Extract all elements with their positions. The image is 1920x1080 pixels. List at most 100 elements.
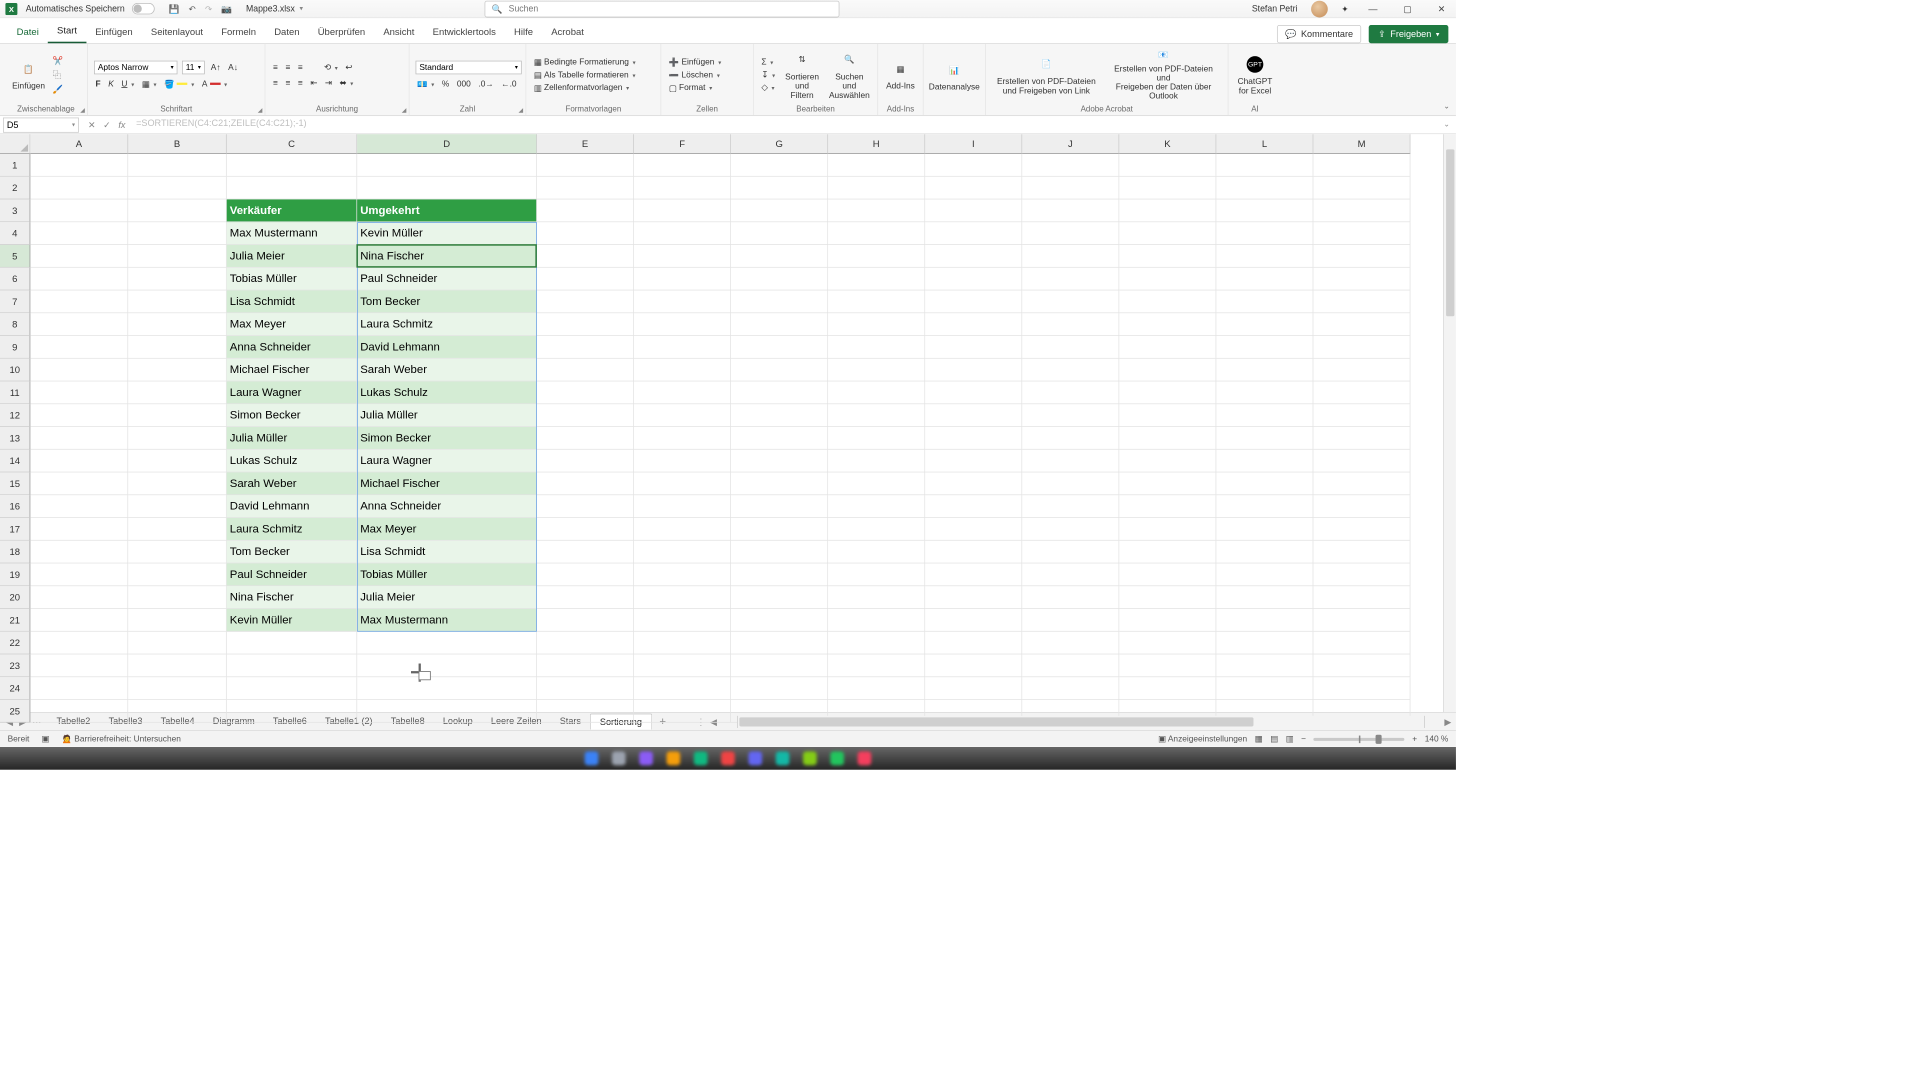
cell-H7[interactable] (828, 290, 925, 313)
cell-G9[interactable] (731, 336, 828, 359)
cell-C2[interactable] (227, 177, 357, 200)
cell-J8[interactable] (1022, 313, 1119, 336)
cell-D16[interactable]: Anna Schneider (357, 495, 537, 518)
col-header-I[interactable]: I (925, 134, 1022, 154)
cell-C24[interactable] (227, 677, 357, 700)
cell-C12[interactable]: Simon Becker (227, 404, 357, 427)
format-painter-button[interactable]: 🖌️ (51, 83, 64, 94)
border-button[interactable]: ▦ (140, 78, 158, 89)
cell-B20[interactable] (128, 586, 227, 609)
cell-H24[interactable] (828, 677, 925, 700)
cell-C20[interactable]: Nina Fischer (227, 586, 357, 609)
view-pagebreak-icon[interactable]: ▥ (1286, 734, 1294, 744)
vertical-scrollbar[interactable] (1443, 134, 1456, 712)
dialog-launcher-icon[interactable]: ◢ (80, 107, 85, 114)
italic-button[interactable]: K (107, 79, 116, 90)
row-headers[interactable]: 1234567891011121314151617181920212223242… (0, 154, 30, 723)
cell-B12[interactable] (128, 404, 227, 427)
cell-I2[interactable] (925, 177, 1022, 200)
row-header-25[interactable]: 25 (0, 700, 30, 723)
cell-C9[interactable]: Anna Schneider (227, 336, 357, 359)
tab-acrobat[interactable]: Acrobat (542, 20, 593, 43)
worksheet-grid[interactable]: ABCDEFGHIJKLM 12345678910111213141516171… (0, 134, 1456, 712)
cell-L1[interactable] (1216, 154, 1313, 177)
select-all-button[interactable] (0, 134, 30, 154)
chatgpt-button[interactable]: GPT ChatGPT for Excel (1235, 47, 1276, 103)
cell-F22[interactable] (634, 632, 731, 655)
scrollbar-thumb[interactable] (739, 717, 1254, 726)
cell-B21[interactable] (128, 609, 227, 632)
cell-I24[interactable] (925, 677, 1022, 700)
row-header-13[interactable]: 13 (0, 427, 30, 450)
cell-H20[interactable] (828, 586, 925, 609)
col-header-A[interactable]: A (30, 134, 128, 154)
cell-G7[interactable] (731, 290, 828, 313)
cell-J12[interactable] (1022, 404, 1119, 427)
cell-F2[interactable] (634, 177, 731, 200)
cell-M23[interactable] (1313, 654, 1410, 677)
cell-E20[interactable] (537, 586, 634, 609)
cell-L23[interactable] (1216, 654, 1313, 677)
hscroll-right-icon[interactable]: ▶ (1440, 716, 1456, 727)
cell-F24[interactable] (634, 677, 731, 700)
col-header-J[interactable]: J (1022, 134, 1119, 154)
cell-A1[interactable] (30, 154, 128, 177)
dialog-launcher-icon[interactable]: ◢ (519, 107, 524, 114)
cell-J18[interactable] (1022, 541, 1119, 564)
cell-E9[interactable] (537, 336, 634, 359)
col-header-D[interactable]: D (357, 134, 537, 154)
collapse-ribbon-button[interactable]: ⌄ (1444, 102, 1450, 110)
col-header-E[interactable]: E (537, 134, 634, 154)
name-box[interactable]: D5 ▾ (3, 117, 79, 132)
cell-A11[interactable] (30, 381, 128, 404)
cell-K15[interactable] (1119, 472, 1216, 495)
row-header-16[interactable]: 16 (0, 495, 30, 518)
cell-C18[interactable]: Tom Becker (227, 541, 357, 564)
cell-H4[interactable] (828, 222, 925, 245)
cell-M16[interactable] (1313, 495, 1410, 518)
cell-F25[interactable] (634, 700, 731, 723)
cell-J20[interactable] (1022, 586, 1119, 609)
row-header-12[interactable]: 12 (0, 404, 30, 427)
cell-C15[interactable]: Sarah Weber (227, 472, 357, 495)
tab-review[interactable]: Überprüfen (309, 20, 375, 43)
cell-J7[interactable] (1022, 290, 1119, 313)
cell-L22[interactable] (1216, 632, 1313, 655)
cell-M9[interactable] (1313, 336, 1410, 359)
zoom-slider-thumb[interactable] (1376, 734, 1382, 743)
tab-pagelayout[interactable]: Seitenlayout (142, 20, 212, 43)
cell-A7[interactable] (30, 290, 128, 313)
cell-H18[interactable] (828, 541, 925, 564)
align-right-button[interactable]: ≡ (296, 78, 304, 89)
cell-F21[interactable] (634, 609, 731, 632)
cell-B24[interactable] (128, 677, 227, 700)
row-header-6[interactable]: 6 (0, 268, 30, 291)
cell-L11[interactable] (1216, 381, 1313, 404)
cell-C17[interactable]: Laura Schmitz (227, 518, 357, 541)
cell-J23[interactable] (1022, 654, 1119, 677)
cell-A18[interactable] (30, 541, 128, 564)
delete-cells-button[interactable]: ➖Löschen (667, 69, 747, 80)
cell-A8[interactable] (30, 313, 128, 336)
cell-J15[interactable] (1022, 472, 1119, 495)
row-header-11[interactable]: 11 (0, 381, 30, 404)
row-header-20[interactable]: 20 (0, 586, 30, 609)
cell-J10[interactable] (1022, 359, 1119, 382)
cell-L5[interactable] (1216, 245, 1313, 268)
cell-M17[interactable] (1313, 518, 1410, 541)
cell-J6[interactable] (1022, 268, 1119, 291)
col-header-C[interactable]: C (227, 134, 357, 154)
cell-E16[interactable] (537, 495, 634, 518)
cell-C25[interactable] (227, 700, 357, 723)
cell-B19[interactable] (128, 563, 227, 586)
cell-F9[interactable] (634, 336, 731, 359)
cell-D19[interactable]: Tobias Müller (357, 563, 537, 586)
zoom-out-button[interactable]: − (1301, 734, 1306, 743)
cell-E5[interactable] (537, 245, 634, 268)
cell-A10[interactable] (30, 359, 128, 382)
cell-C10[interactable]: Michael Fischer (227, 359, 357, 382)
cell-B17[interactable] (128, 518, 227, 541)
cell-D8[interactable]: Laura Schmitz (357, 313, 537, 336)
tab-insert[interactable]: Einfügen (86, 20, 142, 43)
zoom-level[interactable]: 140 % (1425, 734, 1449, 743)
